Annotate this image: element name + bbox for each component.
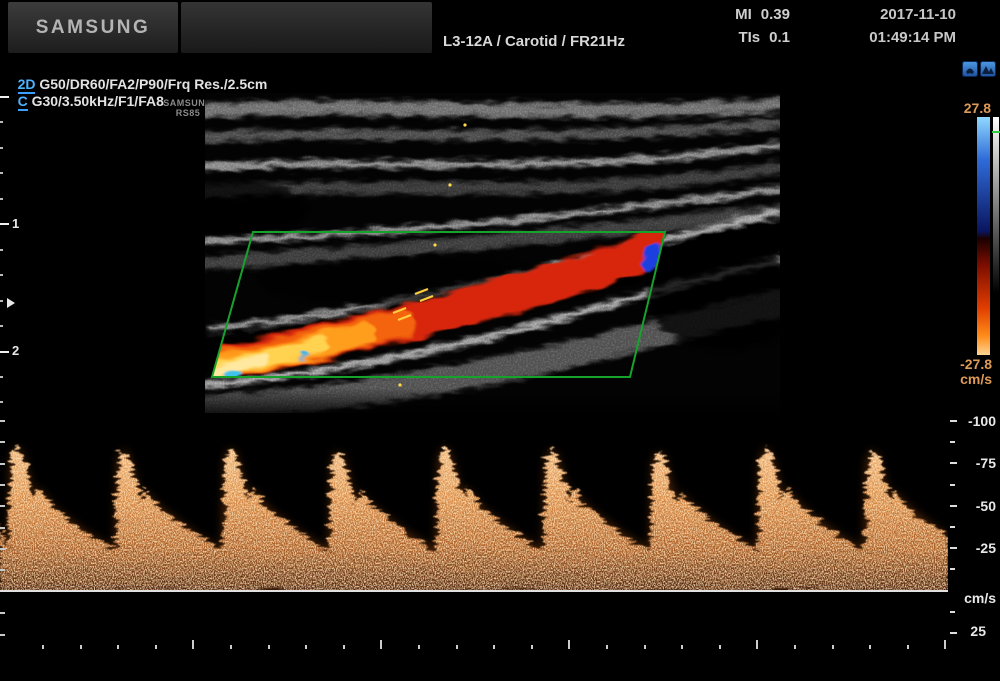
ruler-tick bbox=[418, 645, 420, 649]
ruler-tick bbox=[0, 300, 3, 302]
spectral-baseline[interactable] bbox=[0, 590, 948, 592]
header-center-panel bbox=[181, 2, 432, 53]
ruler-tick bbox=[0, 249, 3, 251]
ruler-tick bbox=[305, 645, 307, 649]
ruler-tick bbox=[950, 462, 957, 464]
ruler-tick bbox=[950, 526, 955, 528]
velocity-label-25: -25 bbox=[960, 540, 996, 556]
ruler-tick bbox=[0, 376, 3, 378]
time-display: 01:49:14 PM bbox=[800, 29, 956, 46]
color-scale-unit: cm/s bbox=[948, 371, 992, 387]
ruler-tick bbox=[0, 198, 3, 200]
color-scale-min: -27.8 bbox=[948, 356, 992, 372]
ruler-tick bbox=[0, 223, 9, 225]
spectral-left-ticks bbox=[0, 419, 8, 649]
ruler-tick bbox=[0, 351, 9, 353]
tis-readout: TIs 0.1 bbox=[690, 29, 790, 46]
ruler-tick bbox=[644, 645, 646, 649]
mi-label: MI bbox=[735, 6, 752, 23]
ruler-tick bbox=[42, 645, 44, 649]
ruler-tick bbox=[268, 645, 270, 649]
ruler-tick bbox=[0, 401, 3, 403]
ruler-tick bbox=[832, 645, 834, 649]
ruler-tick bbox=[950, 611, 955, 613]
ruler-tick bbox=[230, 645, 232, 649]
ruler-tick bbox=[380, 640, 382, 649]
velocity-label-100: -100 bbox=[960, 413, 996, 429]
ruler-tick bbox=[0, 548, 5, 550]
ruler-tick bbox=[493, 645, 495, 649]
ruler-tick bbox=[155, 645, 157, 649]
velocity-scale: -100 -75 -50 -25 cm/s 25 bbox=[948, 413, 1000, 653]
ruler-tick bbox=[0, 527, 5, 529]
color-doppler-bar bbox=[977, 117, 990, 355]
time-ruler bbox=[0, 640, 1000, 654]
velocity-unit: cm/s bbox=[958, 590, 996, 606]
ruler-tick bbox=[80, 645, 82, 649]
ruler-tick bbox=[869, 645, 871, 649]
ruler-tick bbox=[950, 568, 955, 570]
ruler-tick bbox=[343, 645, 345, 649]
ruler-tick bbox=[0, 172, 3, 174]
gray-scale-marker bbox=[992, 131, 1000, 133]
ruler-tick bbox=[0, 96, 9, 98]
ruler-tick bbox=[117, 645, 119, 649]
velocity-label-below: 25 bbox=[960, 623, 986, 639]
ruler-tick bbox=[950, 441, 955, 443]
b-mode-image bbox=[205, 93, 780, 420]
depth-ruler: 1 2 bbox=[0, 93, 30, 423]
focus-marker-icon[interactable] bbox=[7, 298, 15, 308]
tis-value: 0.1 bbox=[769, 29, 790, 46]
ruler-tick bbox=[950, 420, 957, 422]
ruler-tick bbox=[681, 645, 683, 649]
velocity-label-50: -50 bbox=[960, 498, 996, 514]
ruler-tick bbox=[568, 640, 570, 649]
ruler-tick bbox=[456, 645, 458, 649]
ruler-tick bbox=[192, 640, 194, 649]
tis-label: TIs bbox=[738, 29, 760, 46]
ruler-tick bbox=[0, 121, 3, 123]
ruler-tick bbox=[0, 505, 5, 507]
depth-label-2: 2 bbox=[12, 343, 24, 358]
ruler-tick bbox=[531, 645, 533, 649]
ruler-tick bbox=[756, 640, 758, 649]
color-mode-text: G30/3.50kHz/F1/FA8 bbox=[32, 93, 164, 109]
gray-scale-bar bbox=[993, 117, 999, 293]
ruler-tick bbox=[794, 645, 796, 649]
samsung-logo: SAMSUNG bbox=[8, 17, 178, 39]
depth-label-1: 1 bbox=[12, 216, 24, 231]
ruler-tick bbox=[0, 634, 5, 636]
ruler-tick bbox=[0, 420, 5, 422]
ruler-tick bbox=[944, 640, 946, 649]
ruler-tick bbox=[0, 147, 3, 149]
mi-value: 0.39 bbox=[761, 6, 790, 23]
ruler-tick bbox=[0, 441, 5, 443]
ruler-tick bbox=[0, 484, 5, 486]
ruler-tick bbox=[0, 463, 5, 465]
ruler-tick bbox=[950, 484, 955, 486]
ruler-tick bbox=[907, 645, 909, 649]
probe-icon[interactable] bbox=[962, 61, 978, 77]
dual-display-icon[interactable] bbox=[980, 61, 996, 77]
ruler-tick bbox=[606, 645, 608, 649]
ruler-tick bbox=[0, 274, 3, 276]
ruler-tick bbox=[950, 632, 957, 634]
velocity-ticks bbox=[950, 413, 960, 653]
ruler-tick bbox=[719, 645, 721, 649]
spectral-display bbox=[0, 413, 948, 592]
ruler-tick bbox=[0, 612, 5, 614]
ruler-tick bbox=[950, 547, 957, 549]
date-display: 2017-11-10 bbox=[800, 6, 956, 23]
exam-info: L3-12A / Carotid / FR21Hz bbox=[443, 33, 625, 50]
color-scale: 27.8 -27.8 cm/s bbox=[945, 98, 1000, 393]
color-scale-max: 27.8 bbox=[953, 100, 991, 116]
ultrasound-screen: SAMSUNG L3-12A / Carotid / FR21Hz MI 0.3… bbox=[0, 0, 1000, 681]
mi-readout: MI 0.39 bbox=[690, 6, 790, 23]
velocity-label-75: -75 bbox=[960, 455, 996, 471]
ruler-tick bbox=[0, 569, 5, 571]
header-left-panel: SAMSUNG bbox=[8, 2, 178, 53]
ruler-tick bbox=[950, 505, 957, 507]
ruler-tick bbox=[0, 325, 3, 327]
